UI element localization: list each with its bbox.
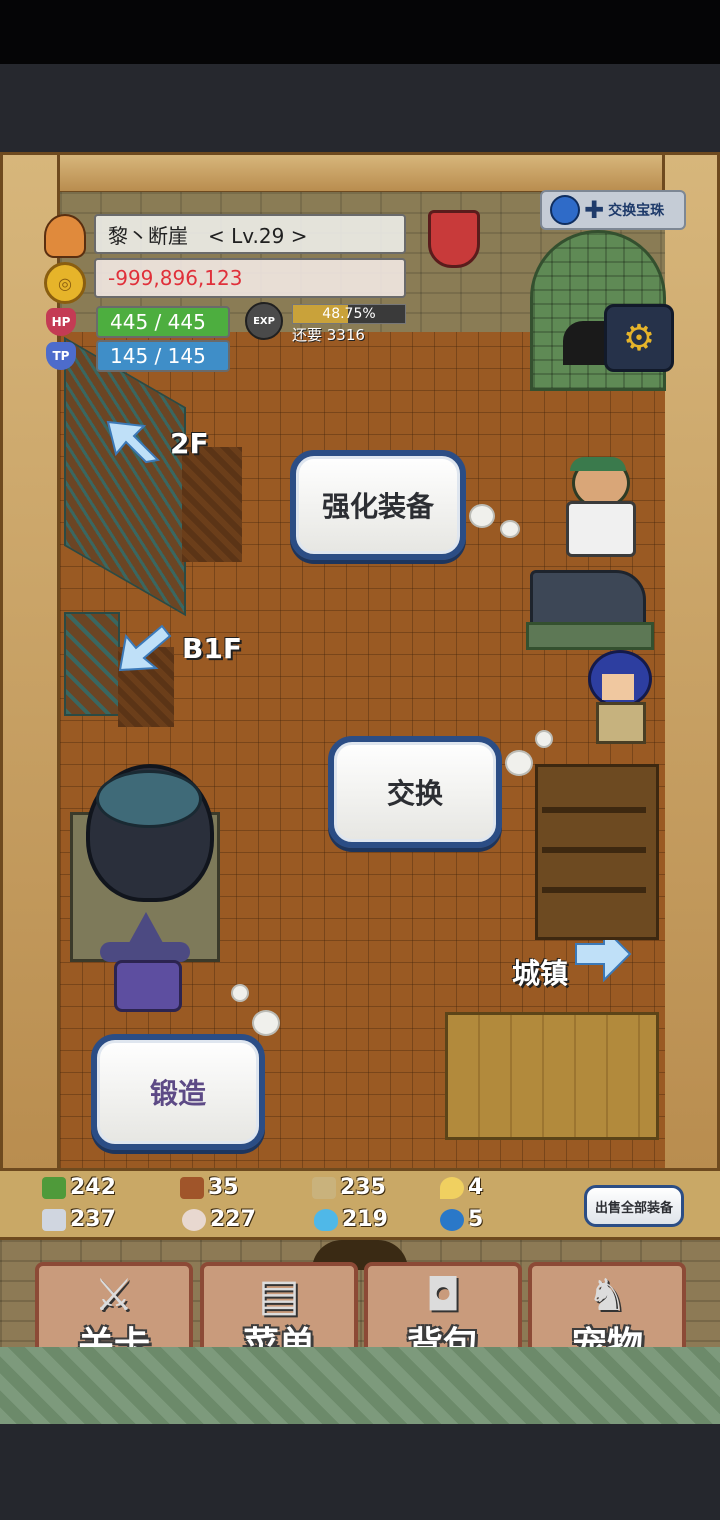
bubble-dot — [252, 1010, 280, 1036]
cauldron-liquid — [96, 770, 202, 828]
plus-icon: ✚ — [584, 196, 605, 224]
floor-tiles — [0, 1347, 720, 1424]
backpack-icon: ◘ — [425, 1270, 461, 1321]
exp-percent: 48.75% — [322, 306, 376, 322]
resource-drop: 4 — [440, 1175, 483, 1200]
wizard-npc[interactable] — [100, 912, 190, 1012]
status-bar — [0, 0, 720, 64]
resource-bar: 242 35 235 4 237 227 219 5 出售全部装备 — [0, 1168, 720, 1240]
bubble-dot — [505, 750, 533, 776]
dragon-icon: ♞ — [587, 1270, 627, 1321]
resource-flame: 219 — [314, 1207, 388, 1232]
exp-remaining: 还要 3316 — [292, 326, 365, 344]
book-icon: ▤ — [258, 1270, 300, 1321]
shield-icon[interactable] — [428, 210, 480, 268]
gold-amount: -999,896,123 — [94, 258, 406, 298]
stairs-down[interactable] — [64, 612, 120, 716]
bubble-dot — [535, 730, 553, 748]
top-blank-strip — [0, 64, 720, 152]
plank-icon — [312, 1176, 336, 1199]
drop-icon — [440, 1176, 464, 1199]
enhance-equipment-button[interactable]: 强化装备 — [290, 450, 466, 560]
iron-ingot-icon — [42, 1208, 66, 1231]
navigation-bar — [0, 1424, 720, 1520]
tp-bar: 145 / 145 — [96, 340, 230, 372]
player-avatar[interactable] — [44, 214, 86, 258]
exchange-button[interactable]: 交换 — [328, 736, 502, 848]
bubble-dot — [500, 520, 520, 538]
player-name-level: 黎丶断崖 < Lv.29 > — [94, 214, 406, 254]
stone-icon — [182, 1208, 206, 1231]
anvil-base — [526, 622, 654, 650]
item-shelf — [535, 764, 659, 940]
game-scene: 2F B1F 城镇 强化装备 交换 锻造 黎丶断崖 < Lv.29 > ◎ -9… — [0, 152, 720, 1424]
exchange-orb-badge[interactable]: ✚ 交换宝珠 — [540, 190, 686, 230]
blue-flame-icon — [314, 1208, 338, 1231]
sell-all-equipment-button[interactable]: 出售全部装备 — [584, 1185, 684, 1227]
wood-icon — [180, 1176, 204, 1199]
frame-top — [0, 152, 720, 194]
frame-right — [662, 152, 720, 1172]
table — [445, 1012, 659, 1140]
stair-shadow — [182, 447, 242, 562]
resource-plank: 235 — [312, 1175, 386, 1200]
hp-bar: 445 / 445 — [96, 306, 230, 338]
resource-wood: 35 — [180, 1175, 239, 1200]
orb-icon — [550, 195, 580, 225]
frame-left — [0, 152, 60, 1172]
blacksmith-npc[interactable] — [560, 457, 636, 557]
resource-iron: 237 — [42, 1207, 116, 1232]
location-label-b1f[interactable]: B1F — [182, 632, 242, 665]
bubble-dot — [469, 504, 495, 528]
merchant-npc[interactable] — [588, 650, 652, 744]
exp-bar: 48.75% — [292, 304, 406, 324]
forge-button[interactable]: 锻造 — [91, 1034, 265, 1150]
settings-gear-icon[interactable]: ⚙ — [604, 304, 674, 372]
blue-orb-icon — [440, 1208, 464, 1231]
location-label-2f[interactable]: 2F — [170, 427, 209, 460]
resource-herb: 242 — [42, 1175, 116, 1200]
location-label-town[interactable]: 城镇 — [512, 952, 568, 992]
exp-icon: EXP — [245, 302, 283, 340]
arrow-b1f-icon[interactable] — [118, 624, 172, 672]
resource-orb: 5 — [440, 1207, 483, 1232]
player-name-text: 黎丶断崖 < Lv.29 > — [108, 223, 308, 248]
gold-coin-icon: ◎ — [44, 262, 86, 304]
bubble-dot — [231, 984, 249, 1002]
herb-icon — [42, 1176, 66, 1199]
arrow-2f-icon[interactable] — [106, 420, 161, 464]
resource-stone: 227 — [182, 1207, 256, 1232]
exchange-badge-text: 交换宝珠 — [608, 203, 665, 219]
crossed-swords-icon: ⚔ — [94, 1270, 134, 1321]
